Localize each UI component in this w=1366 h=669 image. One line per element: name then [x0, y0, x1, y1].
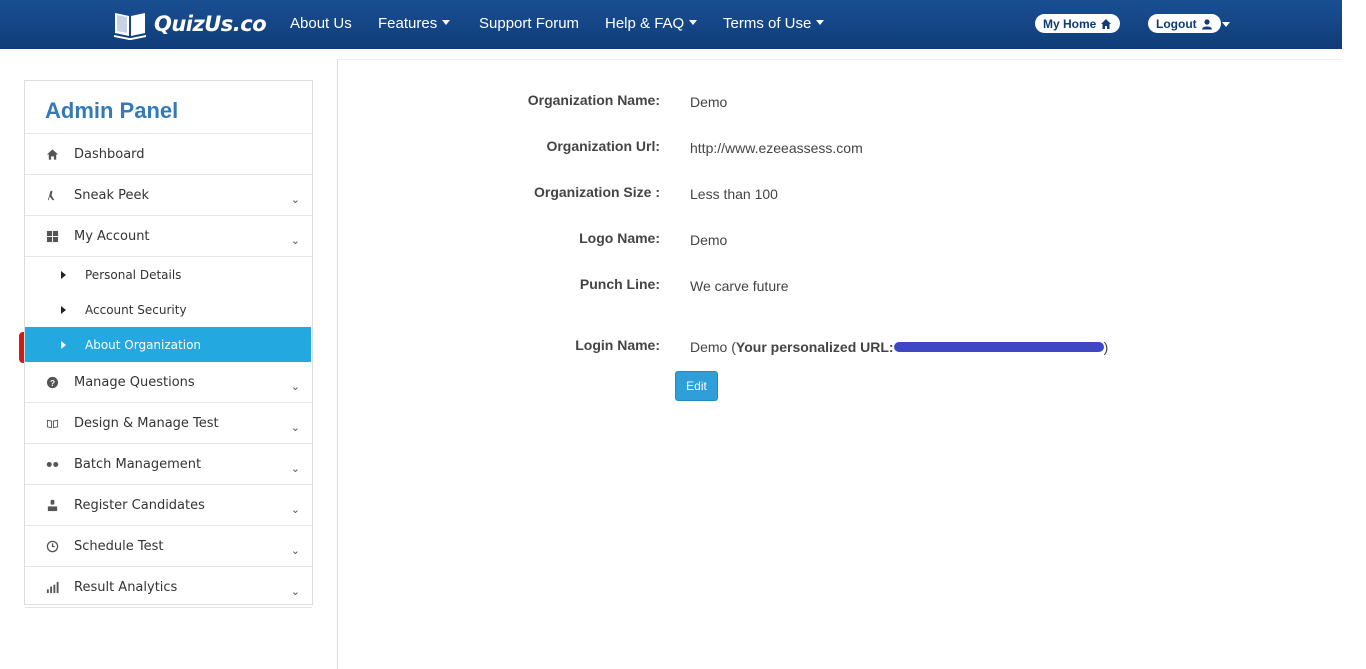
- subitem-label: Personal Details: [85, 267, 182, 282]
- bar-chart-icon: [45, 580, 59, 594]
- login-name-value: Demo (Your personalized URL:): [690, 339, 1108, 355]
- sidebar-item-label: Schedule Test: [74, 538, 164, 554]
- sidebar-item-label: Dashboard: [74, 146, 145, 162]
- subitem-personal-details[interactable]: Personal Details: [25, 257, 312, 292]
- logout-label: Logout: [1156, 16, 1197, 31]
- brand-logo[interactable]: QuizUs.co: [112, 6, 267, 42]
- caret-right-icon: [61, 305, 66, 314]
- chevron-down-icon: ⌄: [290, 544, 300, 557]
- punch-line-value: We carve future: [690, 278, 789, 294]
- sidebar-item-schedule-test[interactable]: Schedule Test ⌄: [25, 526, 312, 567]
- punch-line-label: Punch Line:: [579, 276, 660, 292]
- nav-terms[interactable]: Terms of Use: [723, 15, 825, 32]
- nav-help-faq[interactable]: Help & FAQ: [605, 15, 698, 32]
- sidebar-item-label: Design & Manage Test: [74, 415, 219, 431]
- admin-sidebar: Admin Panel Dashboard Sneak Peek ⌄ My Ac…: [24, 80, 313, 608]
- caret-right-icon: [61, 340, 66, 349]
- peek-icon: [45, 188, 59, 202]
- subitem-label: Account Security: [85, 302, 187, 317]
- home-icon: [45, 147, 59, 161]
- nav-support-forum[interactable]: Support Forum: [479, 15, 579, 32]
- dots-icon: [45, 457, 59, 471]
- sidebar-item-design-manage-test[interactable]: Design & Manage Test ⌄: [25, 403, 312, 444]
- chevron-down-icon: ⌄: [290, 380, 300, 393]
- book-logo-icon: [114, 13, 146, 40]
- nav-about-label: About Us: [290, 15, 352, 32]
- org-url-label: Organization Url:: [546, 138, 660, 154]
- caret-down-icon: [442, 20, 451, 25]
- redacted-url-link[interactable]: [893, 342, 1104, 353]
- sidebar-item-label: Register Candidates: [74, 497, 205, 513]
- home-icon: [1101, 18, 1112, 29]
- sidebar-item-sneak-peek[interactable]: Sneak Peek ⌄: [25, 175, 312, 216]
- my-home-label: My Home: [1043, 16, 1097, 31]
- logo-name-value: Demo: [690, 232, 728, 248]
- logout-caret-icon[interactable]: [1222, 22, 1230, 27]
- my-home-button[interactable]: My Home: [1035, 14, 1121, 33]
- sidebar-item-label: Result Analytics: [74, 579, 178, 595]
- svg-text:?: ?: [49, 377, 54, 387]
- clock-icon: [45, 539, 59, 553]
- caret-down-icon: [816, 20, 825, 25]
- subitem-label: About Organization: [85, 337, 202, 352]
- question-icon: ?: [45, 375, 59, 389]
- chevron-down-icon: ⌄: [290, 503, 300, 516]
- personal-url-label: Your personalized URL:: [735, 339, 894, 355]
- paren-close: ): [1103, 339, 1109, 355]
- nav-features-label: Features: [378, 15, 438, 32]
- chevron-down-icon: ⌄: [290, 193, 300, 206]
- nav-features[interactable]: Features: [378, 15, 451, 32]
- sidebar-item-dashboard[interactable]: Dashboard: [25, 134, 312, 175]
- caret-right-icon: [61, 270, 66, 279]
- org-details-panel: Organization Name: Demo Organization Url…: [337, 59, 1342, 669]
- org-name-value: Demo: [690, 94, 728, 110]
- chevron-down-icon: ⌄: [290, 234, 300, 247]
- sidebar-item-result-analytics[interactable]: Result Analytics ⌄: [25, 567, 312, 608]
- caret-down-icon: [689, 20, 698, 25]
- nav-support-label: Support Forum: [479, 15, 580, 32]
- chevron-down-icon: ⌄: [290, 462, 300, 475]
- sidebar-item-my-account[interactable]: My Account ⌄: [25, 216, 312, 257]
- chevron-down-icon: ⌄: [290, 421, 300, 434]
- top-navbar: QuizUs.co About Us Features Support Foru…: [0, 0, 1342, 49]
- user-icon: [1201, 18, 1212, 29]
- nav-help-label: Help & FAQ: [605, 15, 685, 32]
- sidebar-item-label: Batch Management: [74, 456, 202, 472]
- nav-terms-label: Terms of Use: [723, 15, 812, 32]
- sidebar-item-label: My Account: [74, 228, 150, 244]
- sidebar-item-batch-management[interactable]: Batch Management ⌄: [25, 444, 312, 485]
- sidebar-item-register-candidates[interactable]: Register Candidates ⌄: [25, 485, 312, 526]
- book-icon: [45, 416, 59, 430]
- org-url-value: http://www.ezeeassess.com: [690, 140, 863, 156]
- sidebar-item-manage-questions[interactable]: ? Manage Questions ⌄: [25, 362, 312, 403]
- panel-title: Admin Panel: [25, 81, 312, 134]
- subitem-about-organization[interactable]: About Organization: [25, 327, 311, 362]
- sidebar-item-label: Sneak Peek: [74, 187, 150, 203]
- logout-button[interactable]: Logout: [1148, 14, 1221, 33]
- brand-name: QuizUs.co: [154, 12, 267, 36]
- edit-button[interactable]: Edit: [675, 371, 718, 401]
- logo-name-label: Logo Name:: [579, 230, 660, 246]
- user-icon: [45, 498, 59, 512]
- sidebar-item-label: Manage Questions: [74, 374, 195, 390]
- org-size-label: Organization Size :: [533, 184, 660, 200]
- org-size-value: Less than 100: [690, 186, 778, 202]
- grid-icon: [45, 229, 59, 243]
- paren-open: (: [727, 339, 736, 355]
- chevron-down-icon: ⌄: [290, 585, 300, 598]
- nav-about-us[interactable]: About Us: [290, 15, 352, 32]
- login-name-text: Demo: [690, 339, 728, 355]
- subitem-account-security[interactable]: Account Security: [25, 292, 312, 327]
- login-name-label: Login Name:: [575, 337, 660, 353]
- org-name-label: Organization Name:: [527, 92, 660, 108]
